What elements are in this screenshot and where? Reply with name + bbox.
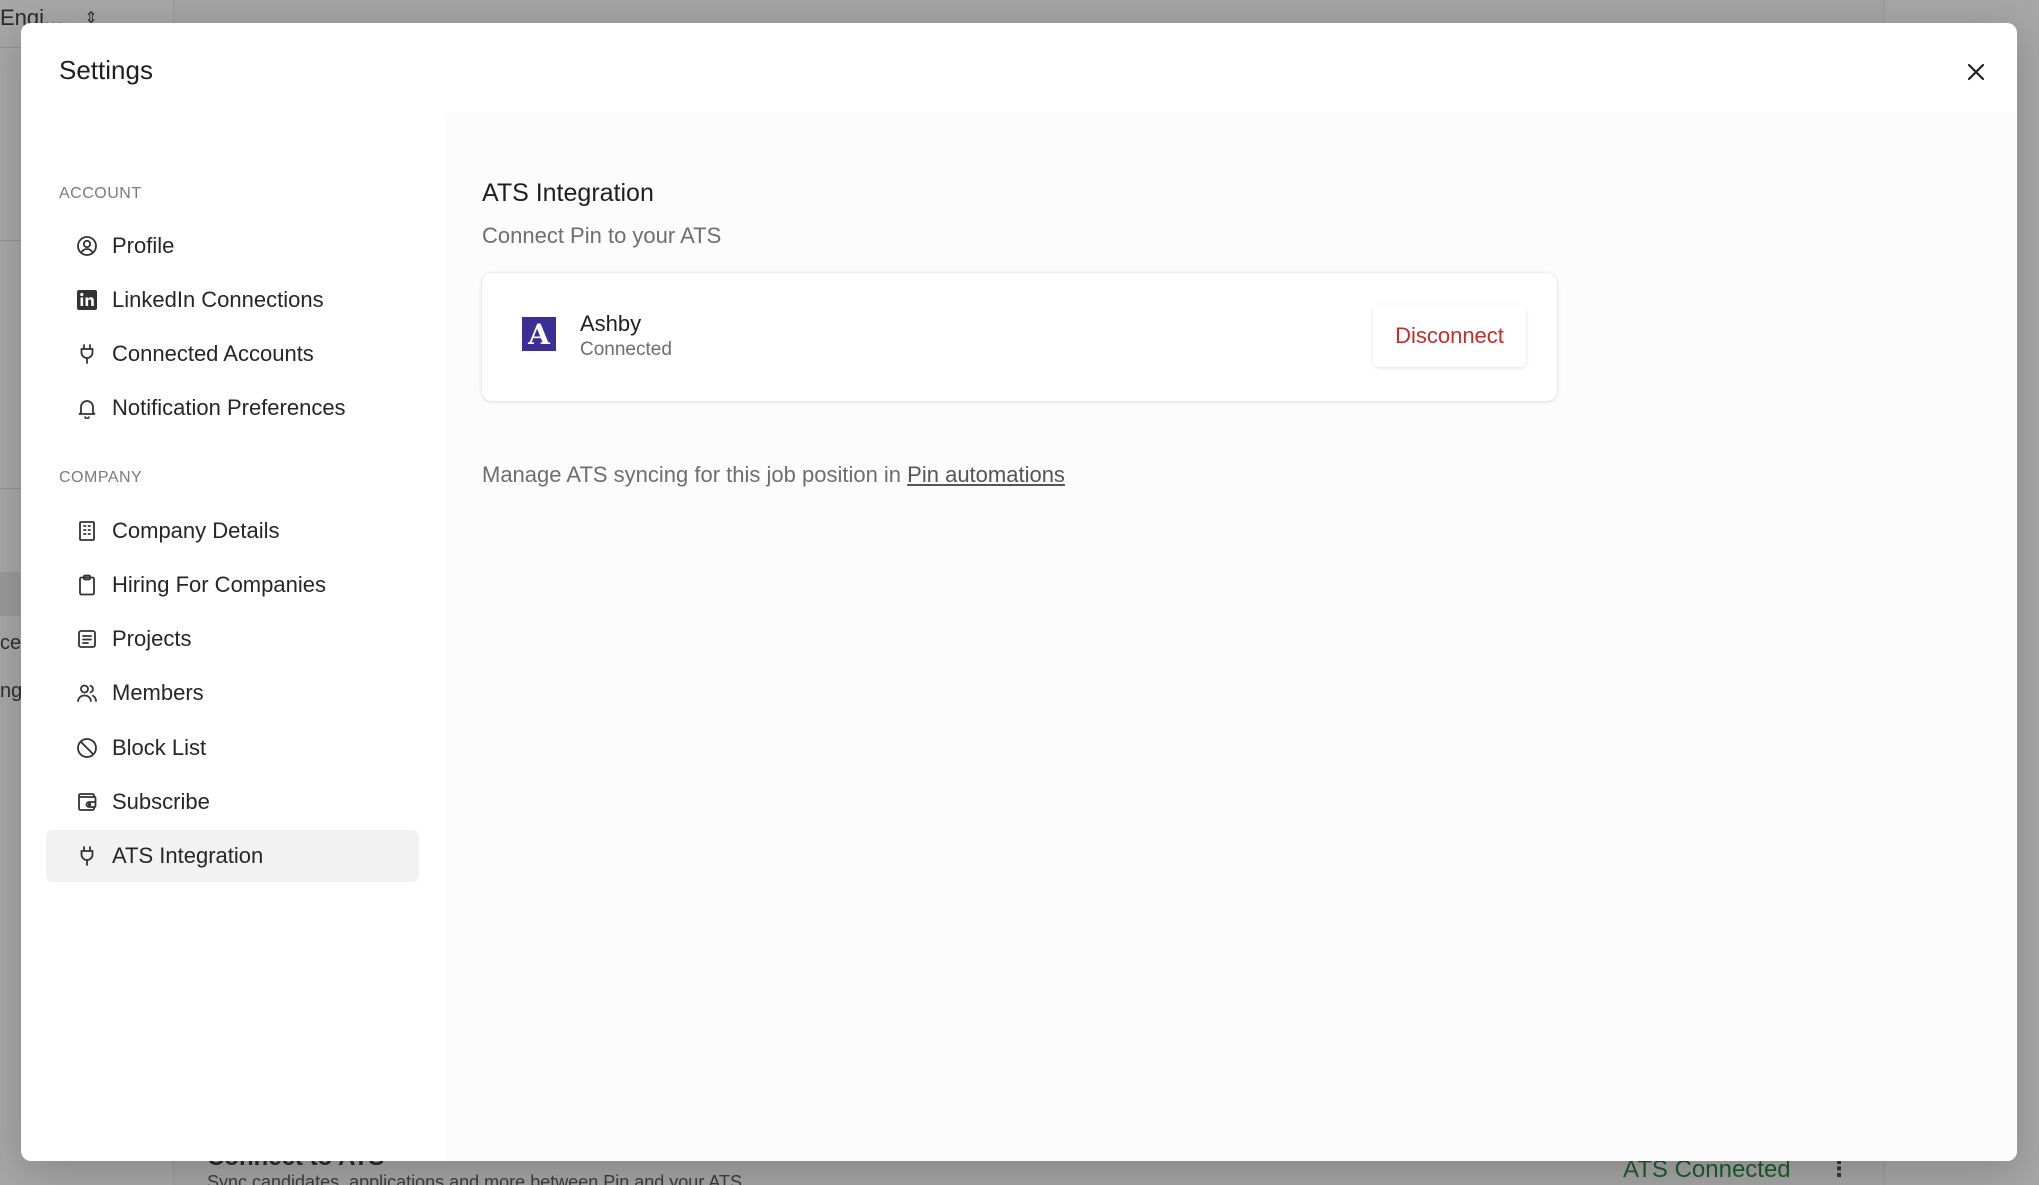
sidebar-item-linkedin-connections[interactable]: LinkedIn Connections — [46, 274, 419, 326]
sidebar-item-profile[interactable]: Profile — [46, 220, 419, 272]
linkedin-icon — [76, 289, 98, 311]
ashby-logo: A — [522, 317, 556, 351]
sidebar-item-label: ATS Integration — [112, 843, 264, 868]
sidebar-item-projects[interactable]: Projects — [46, 613, 419, 665]
integration-status: Connected — [580, 339, 672, 360]
wallet-icon — [76, 791, 98, 813]
sidebar-item-label: Subscribe — [112, 789, 210, 814]
sidebar-item-label: Notification Preferences — [112, 395, 346, 420]
ats-integration-card: A Ashby Connected Disconnect — [482, 273, 1557, 401]
clipboard-icon — [76, 574, 98, 596]
bell-icon — [76, 397, 98, 419]
sidebar-item-label: Block List — [112, 735, 207, 760]
user-circle-icon — [76, 235, 98, 257]
users-icon — [76, 682, 98, 704]
settings-modal: Settings ACCOUNT Profile LinkedIn Connec… — [21, 23, 2017, 1161]
sidebar-item-company-details[interactable]: Company Details — [46, 505, 419, 557]
integration-name: Ashby — [580, 311, 642, 336]
sidebar-item-label: Projects — [112, 626, 192, 651]
section-label-company: COMPANY — [59, 469, 143, 486]
manage-ats-syncing-text: Manage ATS syncing for this job position… — [482, 462, 1065, 488]
background-selected-row — [0, 572, 20, 616]
sidebar-item-hiring-for-companies[interactable]: Hiring For Companies — [46, 559, 419, 611]
settings-content: ATS Integration Connect Pin to your ATS … — [445, 113, 2017, 1161]
close-button[interactable] — [1958, 54, 1994, 90]
sidebar-item-label: Connected Accounts — [112, 341, 314, 366]
sidebar-item-label: Members — [112, 680, 204, 705]
plug-icon — [76, 845, 98, 867]
background-section-subtitle: Sync candidates, applications and more b… — [207, 1172, 742, 1185]
sidebar-item-label: LinkedIn Connections — [112, 287, 324, 312]
ban-icon — [76, 737, 98, 759]
sidebar-item-label: Company Details — [112, 518, 280, 543]
close-icon — [1967, 63, 1985, 81]
disconnect-button[interactable]: Disconnect — [1373, 305, 1526, 367]
section-label-account: ACCOUNT — [59, 185, 142, 202]
manage-text: Manage ATS syncing for this job position… — [482, 462, 902, 487]
sidebar-item-block-list[interactable]: Block List — [46, 722, 419, 774]
background-text-fragment: ng — [0, 680, 23, 702]
modal-title: Settings — [59, 55, 153, 85]
sidebar-item-label: Hiring For Companies — [112, 572, 326, 597]
page-title: ATS Integration — [482, 179, 654, 207]
sidebar-item-members[interactable]: Members — [46, 667, 419, 719]
background-text-fragment: ce — [0, 632, 22, 654]
sidebar-item-connected-accounts[interactable]: Connected Accounts — [46, 328, 419, 380]
building-icon — [76, 520, 98, 542]
pin-automations-link[interactable]: Pin automations — [907, 462, 1065, 487]
plug-icon — [76, 343, 98, 365]
page-subtitle: Connect Pin to your ATS — [482, 223, 722, 248]
sidebar-item-notification-preferences[interactable]: Notification Preferences — [46, 382, 419, 434]
sidebar-item-subscribe[interactable]: Subscribe — [46, 776, 419, 828]
sidebar-item-label: Profile — [112, 233, 175, 258]
sidebar-item-ats-integration[interactable]: ATS Integration — [46, 830, 419, 882]
list-document-icon — [76, 628, 98, 650]
